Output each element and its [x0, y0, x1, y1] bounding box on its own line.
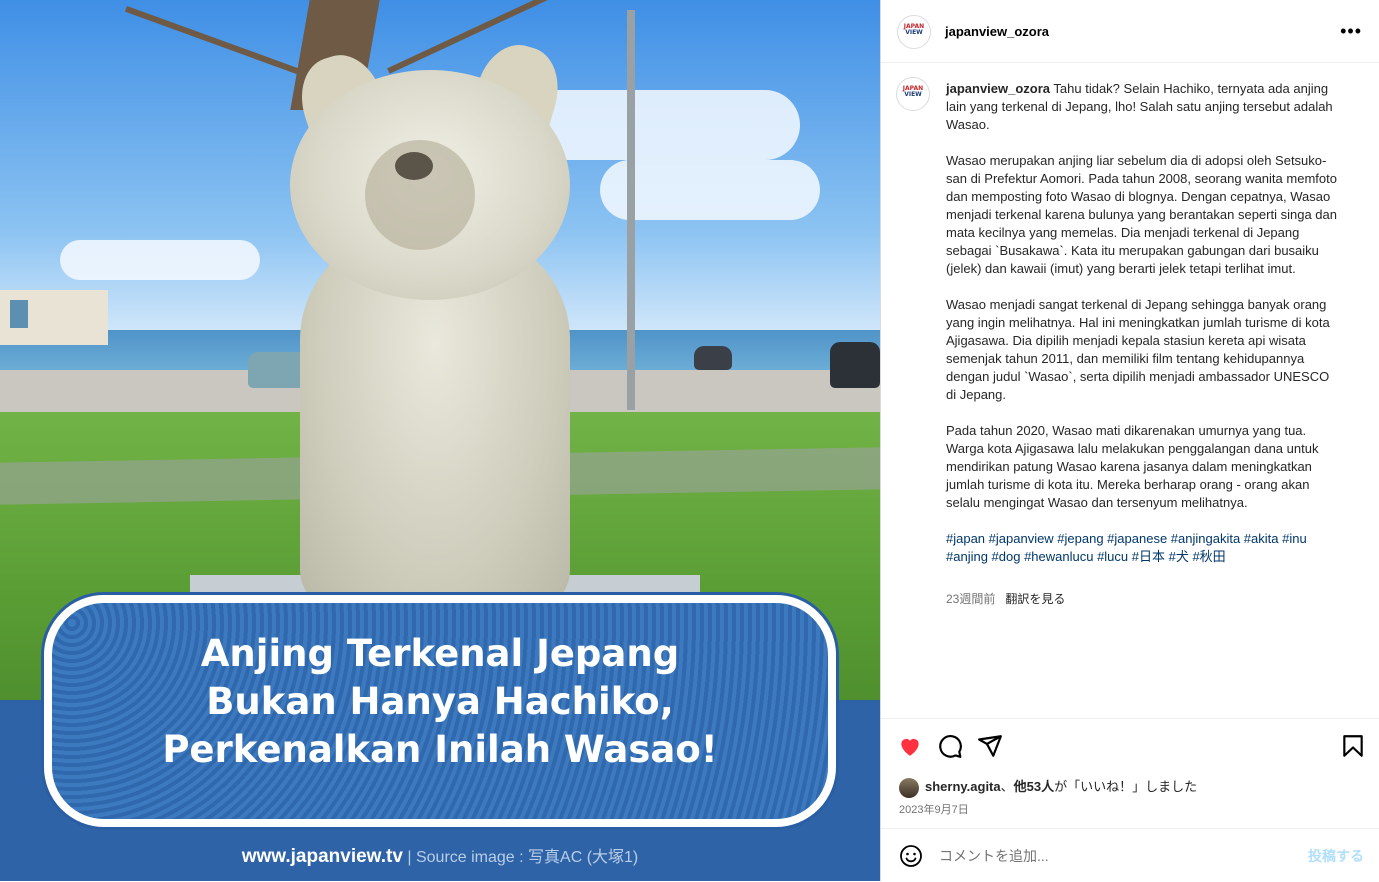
building-window [10, 300, 28, 328]
credit-site: www.japanview.tv [241, 846, 403, 867]
car [694, 346, 732, 370]
credit-source: | Source image : 写真AC (大塚1) [402, 849, 639, 866]
comment-input[interactable] [937, 843, 1291, 869]
caption-paragraph: Pada tahun 2020, Wasao mati dikarenakan … [946, 423, 1319, 510]
banner-title-line: Bukan Hanya Hachiko, [206, 680, 674, 723]
see-translation-link[interactable]: 翻訳を見る [1005, 592, 1065, 606]
likes-summary[interactable]: sherny.agita、他53人が「いいね！」しました [899, 776, 1197, 798]
caption-paragraph: Wasao menjadi sangat terkenal di Jepang … [946, 297, 1330, 402]
japanview-logo: JAPAN VIEW [903, 23, 925, 36]
caption-avatar[interactable]: JAPAN VIEW [896, 77, 930, 111]
comment-icon[interactable] [937, 733, 963, 759]
post-comment-button[interactable]: 投稿する [1308, 846, 1364, 866]
japanview-logo: JAPAN VIEW [902, 85, 924, 98]
liker-avatar [899, 777, 919, 798]
post-date: 2023年9月7日 [899, 804, 969, 816]
emoji-icon[interactable] [899, 844, 923, 868]
likes-text: 、他53人が「いいね！」しました [1000, 779, 1198, 794]
caption-paragraph: Wasao merupakan anjing liar sebelum dia … [946, 153, 1337, 276]
caption-username[interactable]: japanview_ozora [946, 81, 1050, 96]
post-header: JAPAN VIEW japanview_ozora ••• [881, 0, 1379, 63]
more-options-icon[interactable]: ••• [1340, 22, 1362, 40]
post-image[interactable]: Anjing Terkenal Jepang Bukan Hanya Hachi… [0, 0, 880, 881]
liker-username[interactable]: sherny.agita [925, 779, 1001, 794]
bookmark-icon[interactable] [1340, 733, 1366, 759]
banner-title-line: Perkenalkan Inilah Wasao! [162, 728, 718, 771]
banner-title-line: Anjing Terkenal Jepang [200, 632, 680, 675]
caption-meta: 23週間前 翻訳を見る [946, 590, 1065, 607]
post-caption: japanview_ozora Tahu tidak? Selain Hachi… [946, 80, 1341, 584]
cloud [60, 240, 260, 280]
account-avatar[interactable]: JAPAN VIEW [897, 15, 931, 49]
post-modal: Anjing Terkenal Jepang Bukan Hanya Hachi… [0, 0, 1379, 881]
comment-bar: 投稿する [881, 828, 1379, 882]
image-credit: www.japanview.tv | Source image : 写真AC (… [0, 843, 880, 868]
heart-icon[interactable] [897, 733, 923, 759]
action-bar: sherny.agita、他53人が「いいね！」しました 2023年9月7日 [881, 718, 1379, 829]
post-sidebar: JAPAN VIEW japanview_ozora ••• JAPAN VIEW … [880, 0, 1379, 881]
street-lamp [627, 10, 635, 410]
header-username[interactable]: japanview_ozora [945, 24, 1049, 39]
likes-count[interactable]: 他53人 [1014, 779, 1054, 794]
caption-hashtags[interactable]: #japan #japanview #jepang #japanese #anj… [946, 530, 1341, 566]
car [830, 342, 880, 388]
post-age: 23週間前 [946, 592, 996, 606]
banner-title: Anjing Terkenal Jepang Bukan Hanya Hachi… [44, 630, 836, 774]
share-icon[interactable] [977, 733, 1003, 759]
statue-nose [395, 152, 433, 180]
